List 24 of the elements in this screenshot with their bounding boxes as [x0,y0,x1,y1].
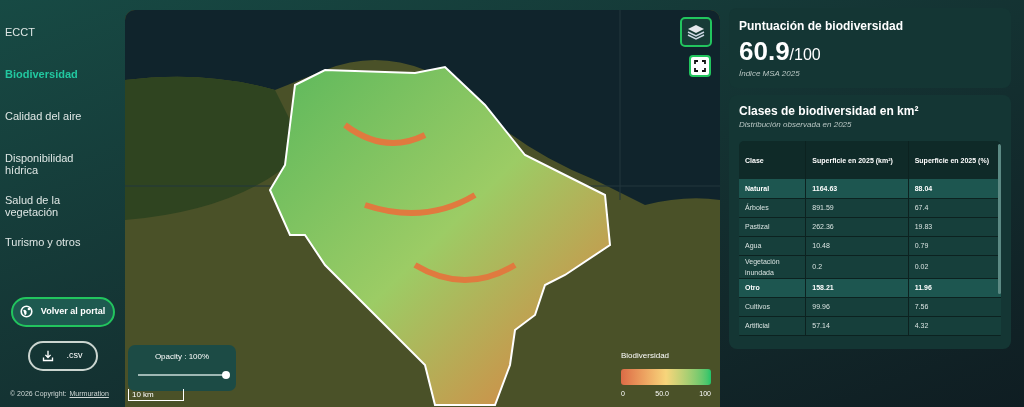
sidebar-item[interactable]: Turismo y otros [5,236,97,278]
classes-subtitle: Distribución observada en 2025 [739,119,853,131]
scrollbar[interactable] [998,144,1001,294]
classes-title: Clases de biodiversidad en km² [739,104,920,119]
layers-button[interactable] [680,17,712,47]
sidebar-item[interactable]: Biodiversidad [5,68,97,110]
score-title: Puntuación de biodiversidad [739,18,905,35]
score-caption: Índice MSA 2025 [739,68,801,80]
csv-button[interactable]: .csv [27,340,98,371]
fullscreen-icon [694,60,706,72]
sidebar-item[interactable]: Salud de la vegetación [5,194,97,236]
legend-title: Biodiversidad [621,350,671,362]
sidebar-item[interactable]: ECCT [5,26,97,68]
portal-button[interactable]: Volver al portal [10,296,115,327]
fullscreen-button[interactable] [689,55,711,77]
score-value: 60.9/100 [739,38,822,64]
sidebar-item[interactable]: Calidad del aire [5,110,97,152]
sidebar-item[interactable]: Disponibilidad hídrica [5,152,97,194]
scale-label: 10 km [131,391,154,400]
globe-icon [19,305,33,318]
opacity-slider-thumb[interactable] [222,371,230,379]
download-icon [42,349,55,362]
opacity-label: Opacity : 100% [154,351,210,363]
layers-icon [687,24,705,40]
